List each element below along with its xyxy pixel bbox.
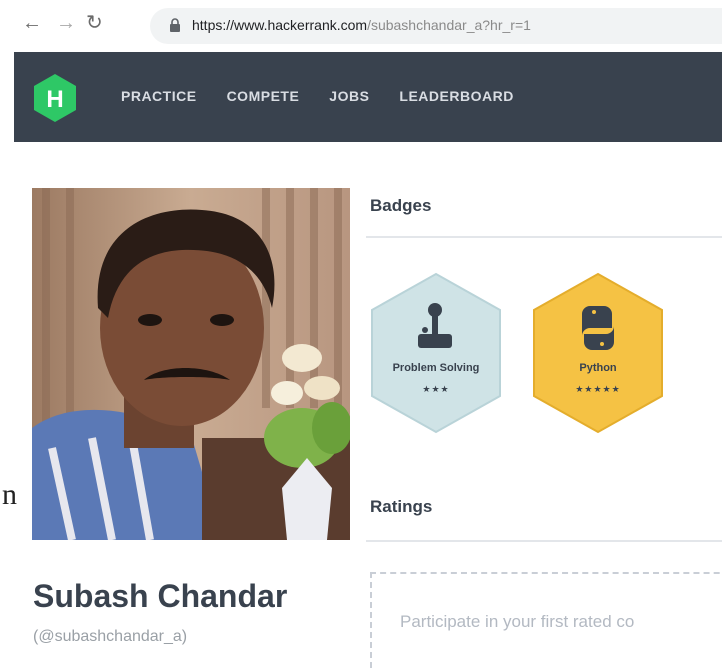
address-bar[interactable]: https://www.hackerrank.com/subashchandar… [150, 8, 722, 44]
lock-icon [170, 18, 180, 32]
nav-item-leaderboard[interactable]: LEADERBOARD [399, 88, 513, 104]
ratings-heading: Ratings [370, 497, 433, 516]
site-nav: H PRACTICE COMPETE JOBS LEADERBOARD [14, 52, 722, 142]
forward-arrow-icon[interactable]: → [56, 12, 76, 34]
badge-stars: ★★★★★ [575, 384, 621, 394]
badge-label: Problem Solving [392, 362, 480, 374]
badge-label: Python [579, 362, 617, 374]
participate-text: Participate in your first rated co [400, 612, 635, 631]
hackerrank-logo[interactable]: H [34, 74, 76, 122]
reload-icon[interactable]: ↻ [86, 12, 103, 34]
badge-hexagon [533, 272, 663, 434]
browser-toolbar: ← → ↻ https://www.hackerrank.com/subashc… [0, 0, 722, 52]
badge-stars: ★★★ [422, 384, 450, 394]
nav-item-jobs[interactable]: JOBS [329, 88, 369, 104]
back-arrow-icon[interactable]: ← [22, 12, 42, 34]
logo-letter: H [46, 86, 63, 113]
url-path: /subashchandar_a?hr_r=1 [367, 17, 531, 33]
participate-callout: Participate in your first rated co [370, 572, 722, 668]
section-divider [366, 236, 722, 238]
badge-python[interactable]: Python ★★★★★ [530, 272, 666, 436]
nav-item-compete[interactable]: COMPETE [227, 88, 300, 104]
section-divider [366, 540, 722, 542]
stray-character: n [2, 478, 17, 511]
python-icon [582, 306, 614, 350]
profile-name: Subash Chandar [33, 578, 288, 614]
nav-menu: PRACTICE COMPETE JOBS LEADERBOARD [121, 88, 544, 104]
profile-handle: (@subashchandar_a) [33, 628, 188, 645]
url-host: https://www.hackerrank.com [192, 17, 368, 33]
badge-hexagon [371, 272, 501, 434]
nav-item-practice[interactable]: PRACTICE [121, 88, 197, 104]
url-text: https://www.hackerrank.com/subashchandar… [192, 17, 531, 33]
profile-photo-illustration [32, 188, 350, 540]
badges-heading: Badges [370, 196, 432, 215]
badge-problem-solving[interactable]: Problem Solving ★★★ [368, 272, 504, 436]
profile-photo [32, 188, 350, 540]
